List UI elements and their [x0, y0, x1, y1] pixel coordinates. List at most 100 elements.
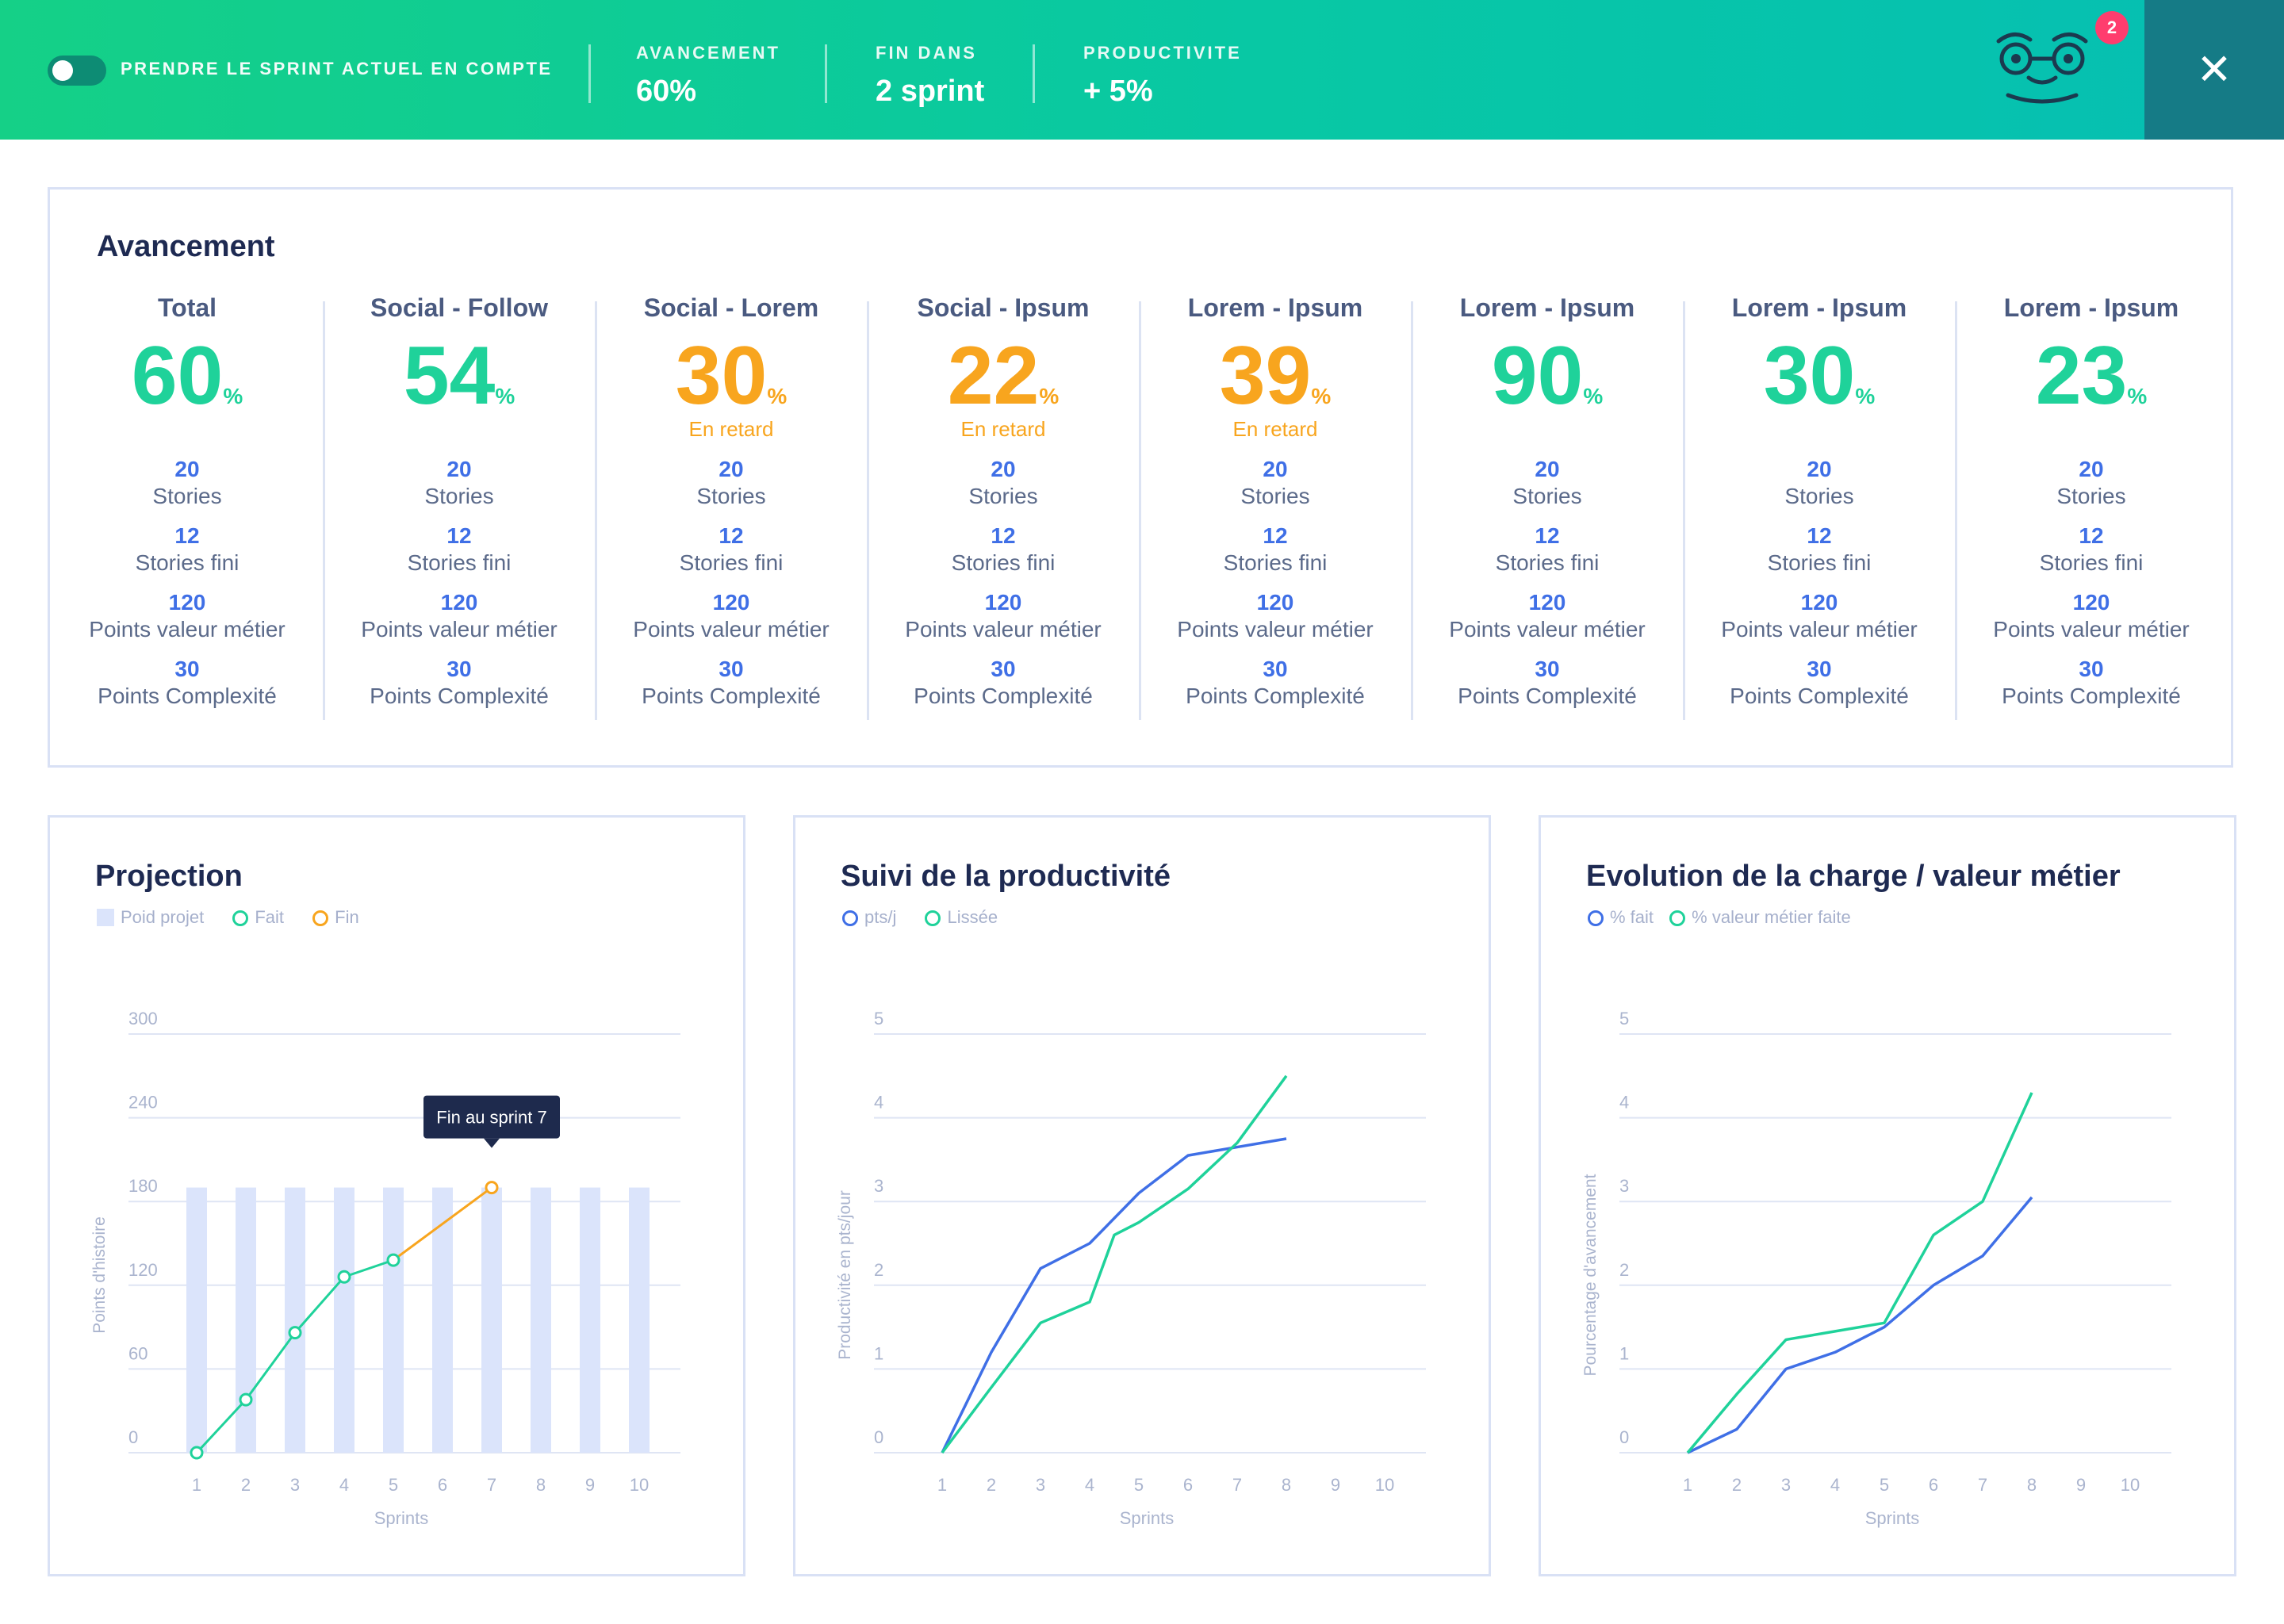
close-button[interactable]: ✕: [2144, 0, 2284, 140]
percent-unit: %: [1855, 384, 1876, 408]
metric-value: 30: [1263, 657, 1288, 681]
metric-value: 30: [2079, 657, 2104, 681]
progress-column[interactable]: Lorem - Ipsum 39% En retard 20 Stories 12 Stor…: [1140, 293, 1410, 709]
column-percent: 23%: [1956, 335, 2226, 417]
metric-value: 12: [174, 523, 200, 548]
metric-label: Stories: [152, 484, 222, 508]
metric-label: Stories fini: [2039, 550, 2144, 575]
progress-column[interactable]: Total 60% 20 Stories 12 Stories fini 120 Points…: [52, 293, 322, 709]
x-tick-label: 5: [1880, 1475, 1889, 1495]
x-tick-label: 7: [487, 1475, 496, 1495]
y-tick-label: 240: [128, 1093, 158, 1113]
metric-label: Points Complexité: [2002, 684, 2181, 708]
mascot-icon[interactable]: [1991, 22, 2094, 117]
stat-label: FIN DANS: [876, 43, 977, 63]
percent-unit: %: [2127, 384, 2148, 408]
progress-column[interactable]: Lorem - Ipsum 90% 20 Stories 12 Stories fini 1…: [1412, 293, 1682, 709]
progress-column[interactable]: Lorem - Ipsum 23% 20 Stories 12 Stories fini 1…: [1956, 293, 2226, 709]
percent-unit: %: [1311, 384, 1332, 408]
metric-value: 120: [168, 590, 206, 615]
column-percent: 39%: [1140, 335, 1410, 417]
stat-label: AVANCEMENT: [636, 43, 780, 63]
toggle-knob[interactable]: [52, 60, 73, 81]
metric-value: 12: [991, 523, 1016, 548]
metric-label: Stories: [2056, 484, 2126, 508]
bar: [236, 1187, 256, 1453]
series-line: [1687, 1196, 2033, 1454]
y-tick-label: 4: [1619, 1093, 1629, 1113]
x-tick-label: 7: [1978, 1475, 1987, 1495]
toggle-label: PRENDRE LE SPRINT ACTUEL EN COMPTE: [121, 59, 553, 79]
metric-label: Points valeur métier: [361, 617, 558, 642]
progress-title: Avancement: [97, 230, 275, 263]
data-point: [239, 1392, 253, 1407]
progress-column[interactable]: Lorem - Ipsum 30% 20 Stories 12 Stories fini 1…: [1684, 293, 1954, 709]
data-point: [190, 1446, 204, 1460]
x-tick-label: 6: [1929, 1475, 1938, 1495]
metric-value: 120: [1256, 590, 1294, 615]
bar: [285, 1187, 305, 1453]
column-name: Social - Ipsum: [917, 293, 1090, 322]
metric-label: Stories fini: [1223, 550, 1328, 575]
metric-value: 12: [2079, 523, 2104, 548]
bar: [629, 1187, 650, 1453]
x-tick-label: 5: [389, 1475, 398, 1495]
metric-value: 12: [719, 523, 744, 548]
metric-value: 20: [1263, 457, 1288, 481]
divider: [825, 44, 827, 103]
late-status: En retard: [960, 417, 1046, 441]
metric-label: Points valeur métier: [633, 617, 830, 642]
percent-unit: %: [1039, 384, 1060, 408]
column-name: Total: [157, 293, 217, 322]
progress-column[interactable]: Social - Ipsum 22% En retard 20 Stories 12 Sto…: [868, 293, 1138, 709]
late-status: En retard: [1232, 417, 1318, 441]
metric-label: Points valeur métier: [905, 617, 1102, 642]
sprint-toggle[interactable]: [48, 56, 106, 86]
divider: [1033, 44, 1035, 103]
x-tick-label: 9: [1331, 1475, 1340, 1495]
metric-label: Points valeur métier: [1449, 617, 1646, 642]
column-percent: 60%: [52, 335, 322, 417]
close-icon[interactable]: ✕: [2144, 0, 2284, 140]
metric-value: 120: [2072, 590, 2110, 615]
y-tick-label: 4: [874, 1093, 883, 1113]
tooltip-arrow: [484, 1138, 500, 1148]
notification-badge[interactable]: 2: [2095, 11, 2129, 44]
percent-value: 54: [403, 330, 496, 422]
metric-value: 20: [991, 457, 1016, 481]
metric-value: 30: [991, 657, 1016, 681]
x-tick-label: 2: [1732, 1475, 1742, 1495]
metric-value: 12: [446, 523, 472, 548]
metric-label: Stories fini: [1495, 550, 1600, 575]
y-axis-label: Productivité en pts/jour: [836, 1190, 854, 1360]
x-tick-label: 9: [2076, 1475, 2086, 1495]
metric-label: Points Complexité: [370, 684, 549, 708]
metric-label: Points Complexité: [1186, 684, 1365, 708]
y-tick-label: 5: [874, 1009, 883, 1028]
metric-value: 30: [1535, 657, 1560, 681]
metric-label: Stories fini: [135, 550, 240, 575]
x-tick-label: 4: [339, 1475, 349, 1495]
data-point: [386, 1253, 400, 1267]
series-line: [1686, 1092, 2033, 1454]
x-tick-label: 8: [1282, 1475, 1291, 1495]
series-line: [941, 1137, 1287, 1454]
bar: [432, 1187, 453, 1453]
column-name: Lorem - Ipsum: [1459, 293, 1635, 322]
y-tick-label: 0: [1619, 1427, 1629, 1447]
metric-value: 20: [446, 457, 472, 481]
tooltip-text: Fin au sprint 7: [436, 1108, 546, 1128]
metric-label: Points Complexité: [1458, 684, 1637, 708]
progress-column[interactable]: Social - Follow 54% 20 Stories 12 Stories fin…: [324, 293, 594, 709]
x-tick-label: 7: [1232, 1475, 1242, 1495]
stat-value: 2 sprint: [876, 75, 985, 108]
metric-value: 20: [719, 457, 744, 481]
y-tick-label: 5: [1619, 1009, 1629, 1028]
progress-column[interactable]: Social - Lorem 30% En retard 20 Stories 12 Sto…: [596, 293, 866, 709]
bar: [531, 1187, 551, 1453]
x-tick-label: 3: [290, 1475, 300, 1495]
percent-unit: %: [223, 384, 243, 408]
metric-value: 20: [174, 457, 200, 481]
x-tick-label: 9: [585, 1475, 595, 1495]
metric-label: Stories fini: [951, 550, 1056, 575]
